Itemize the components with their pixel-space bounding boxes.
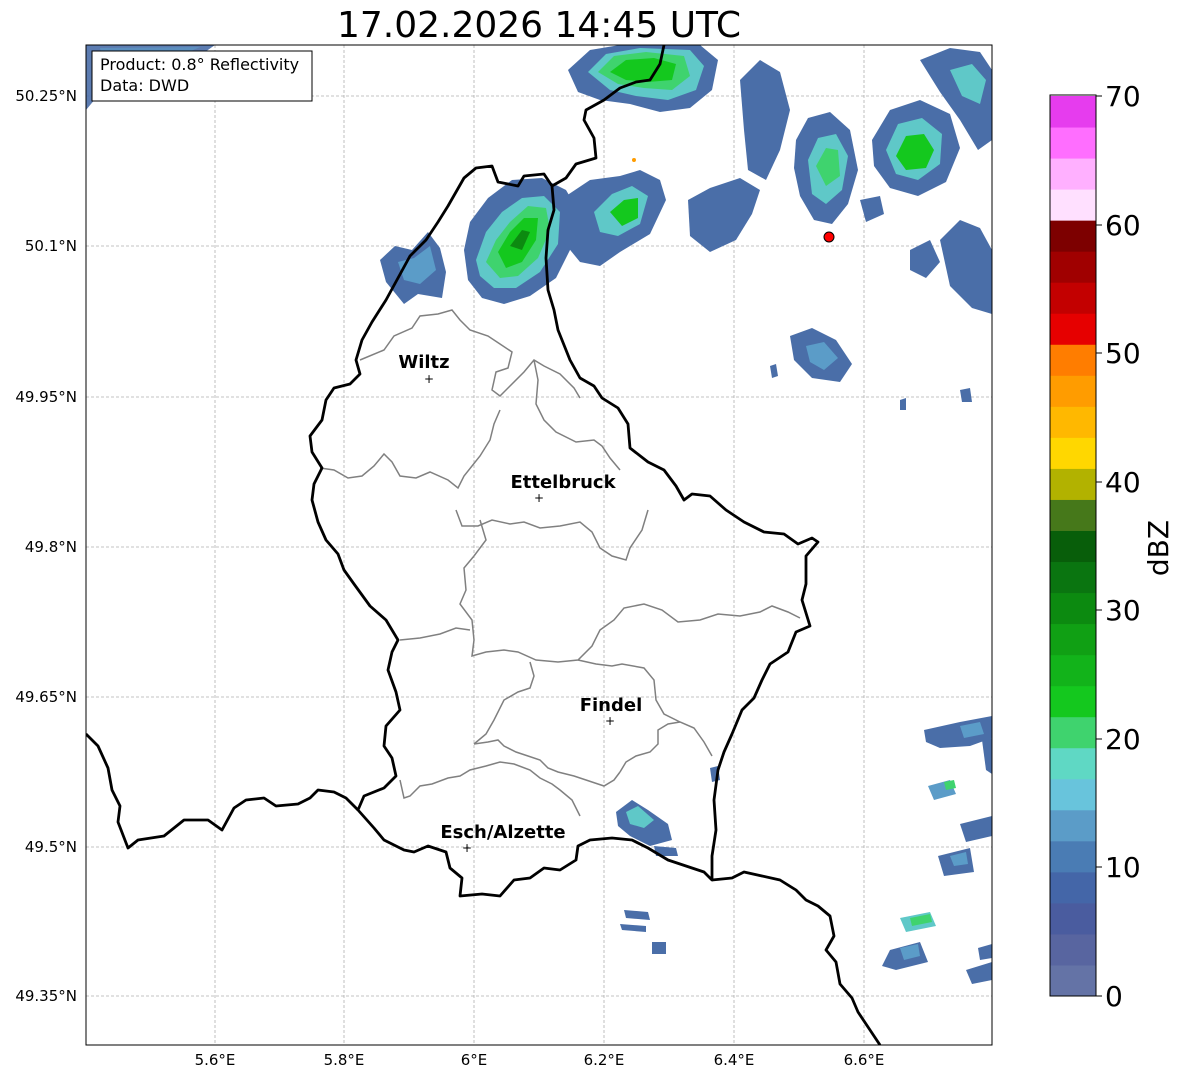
colorbar-segment [1050, 406, 1096, 438]
colorbar-segment [1050, 96, 1096, 128]
lat-tick-label: 49.65°N [15, 688, 77, 706]
longitude-labels: 5.6°E 5.8°E 6°E 6.2°E 6.4°E 6.6°E [195, 1051, 885, 1069]
colorbar-segment [1050, 251, 1096, 283]
colorbar-segment [1050, 437, 1096, 469]
colorbar-tick-label: 50 [1105, 337, 1141, 370]
lon-tick-label: 5.6°E [195, 1051, 236, 1069]
lat-tick-label: 49.95°N [15, 388, 77, 406]
lon-tick-label: 6.6°E [844, 1051, 885, 1069]
city-marker-icon: + [424, 372, 434, 386]
colorbar-tick-label: 70 [1105, 80, 1141, 113]
colorbar-segment [1050, 375, 1096, 407]
colorbar-tick-labels: 70 60 50 40 30 20 10 0 [1105, 80, 1141, 1013]
info-product: Product: 0.8° Reflectivity [100, 55, 299, 74]
colorbar-segment [1050, 499, 1096, 531]
colorbar-tick-label: 0 [1105, 980, 1123, 1013]
lon-tick-label: 6.4°E [714, 1051, 755, 1069]
colorbar-segment [1050, 623, 1096, 656]
colorbar-segment [1050, 902, 1096, 935]
radar-site-icon [823, 231, 835, 243]
colorbar-segment [1050, 220, 1096, 252]
colorbar-segment [1050, 933, 1096, 966]
colorbar-segment [1050, 654, 1096, 687]
colorbar-segment [1050, 530, 1096, 563]
info-data-source: Data: DWD [100, 76, 189, 95]
colorbar: 70 60 50 40 30 20 10 0 dBZ [1049, 80, 1175, 1013]
colorbar-tick-label: 30 [1105, 594, 1141, 627]
colorbar-tick-label: 60 [1105, 209, 1141, 242]
colorbar-segment [1050, 189, 1096, 221]
lon-tick-label: 6.2°E [584, 1051, 625, 1069]
info-box: Product: 0.8° Reflectivity Data: DWD [91, 50, 313, 102]
colorbar-segment [1050, 344, 1096, 376]
city-label: Esch/Alzette [440, 822, 565, 843]
colorbar-segment [1050, 747, 1096, 780]
colorbar-segment [1050, 127, 1096, 159]
colorbar-segment [1050, 778, 1096, 811]
colorbar-ticks [1096, 95, 1102, 997]
city-label: Findel [580, 695, 643, 716]
colorbar-segment [1050, 592, 1096, 625]
city-label: Ettelbruck [510, 472, 616, 493]
colorbar-segment [1050, 561, 1096, 594]
colorbar-segment [1050, 282, 1096, 314]
colorbar-segment [1050, 840, 1096, 873]
small-marker-icon [632, 158, 636, 162]
radar-map: 17.02.2026 14:45 UTC Product: 0.8° Refle… [15, 5, 1175, 1069]
city-marker-icon: + [462, 841, 472, 855]
lat-tick-label: 49.8°N [25, 538, 77, 556]
colorbar-segment [1050, 716, 1096, 749]
city-label: Wiltz [398, 352, 449, 373]
colorbar-segment [1050, 468, 1096, 500]
colorbar-segment [1050, 313, 1096, 345]
colorbar-segment [1050, 964, 1096, 997]
colorbar-tick-label: 20 [1105, 723, 1141, 756]
lon-tick-label: 6°E [461, 1051, 488, 1069]
city-marker-icon: + [534, 491, 544, 505]
colorbar-label: dBZ [1142, 520, 1175, 576]
lat-tick-label: 50.1°N [25, 237, 77, 255]
colorbar-segment [1050, 809, 1096, 842]
colorbar-segment [1050, 685, 1096, 718]
lat-tick-label: 49.35°N [15, 987, 77, 1005]
lat-tick-label: 49.5°N [25, 838, 77, 856]
city-marker-icon: + [605, 714, 615, 728]
colorbar-tick-label: 40 [1105, 466, 1141, 499]
latitude-labels: 50.25°N 50.1°N 49.95°N 49.8°N 49.65°N 49… [15, 87, 77, 1005]
map-title: 17.02.2026 14:45 UTC [337, 5, 741, 46]
colorbar-tick-label: 10 [1105, 851, 1141, 884]
colorbar-segment [1050, 158, 1096, 190]
lat-tick-label: 50.25°N [15, 87, 77, 105]
colorbar-segment [1050, 871, 1096, 904]
colorbar-segments [1050, 96, 1096, 997]
lon-tick-label: 5.8°E [324, 1051, 365, 1069]
